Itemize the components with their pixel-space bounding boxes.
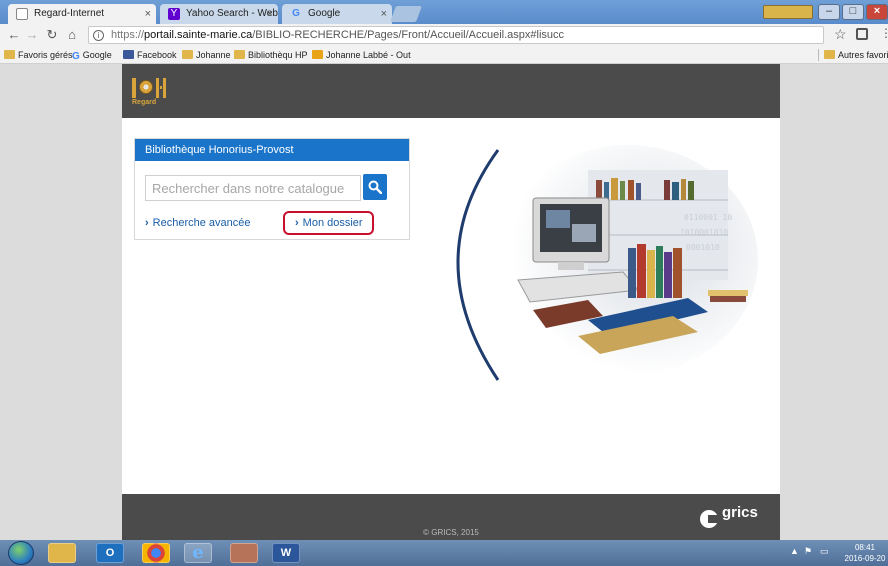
grics-wordmark: grics [722,504,758,521]
tab-label: Yahoo Search - Web Sea [186,8,278,19]
google-icon: G [292,8,300,19]
forward-icon[interactable]: → [24,26,40,44]
search-icon [368,180,382,194]
yahoo-icon: Y [168,8,180,20]
bookmarks-bar: Favoris gérés G Google Facebook Johanne B… [0,46,888,64]
outlook-icon[interactable]: O [96,543,124,563]
grics-logo[interactable]: grics [700,504,770,534]
chevron-right-icon: › [295,217,299,229]
page-content: Regard Bibliothèque Honorius-Provost ›Re… [122,64,780,540]
logo-bar [132,78,136,98]
site-footer: © GRICS, 2015 grics [122,494,780,540]
folder-icon [182,50,193,59]
tab-regard-internet[interactable]: Regard-Internet × [8,4,156,24]
logo-h [156,78,166,98]
folder-icon [4,50,15,59]
minimize-button[interactable]: – [818,4,840,20]
bookmark-facebook[interactable]: Facebook [123,48,177,62]
site-header: Regard [122,64,780,118]
outlook-icon [312,50,323,59]
my-account-link[interactable]: › Mon dossier [295,217,363,229]
windows-taskbar: O e W ▲ ⚑ ▭ 08:41 2016-09-20 [0,540,888,566]
home-icon[interactable]: ⌂ [64,26,80,44]
new-tab-button[interactable] [390,6,422,22]
library-illustration: 0110001 10 1010001010 0001010 01101001 [456,145,758,381]
bookmark-google[interactable]: G Google [72,48,112,64]
reload-icon[interactable]: ↻ [44,26,60,44]
tab-label: Google [308,8,341,19]
bookmark-johanne[interactable]: Johanne [182,48,231,62]
copyright-text: © GRICS, 2015 [423,528,479,537]
system-clock[interactable]: 08:41 2016-09-20 [844,542,886,564]
bookmark-autres-favoris[interactable]: Autres favoris [824,48,888,62]
clock-date: 2016-09-20 [844,554,886,563]
browser-toolbar: ← → ↻ ⌂ i https://portail.sainte-marie.c… [0,24,888,46]
svg-text:1010001010: 1010001010 [680,228,728,237]
action-center-icon[interactable]: ⚑ [804,546,812,557]
folder-icon [824,50,835,59]
start-button[interactable] [8,541,34,565]
internet-explorer-icon[interactable]: e [184,543,212,563]
network-icon[interactable]: ▭ [820,546,829,557]
folder-icon [234,50,245,59]
bookmark-star-icon[interactable]: ☆ [834,26,847,43]
advanced-search-link[interactable]: › Recherche avancée [145,217,251,229]
catalog-search-panel: Bibliothèque Honorius-Provost ›Recherche… [134,138,410,240]
maximize-button[interactable]: □ [842,4,864,20]
bookmark-johanne-labbe[interactable]: Johanne Labbé - Out [312,48,411,62]
catalog-search-input[interactable] [145,175,361,201]
panel-title: Bibliothèque Honorius-Provost [135,139,409,161]
explorer-folder-icon[interactable] [48,543,76,563]
tab-yahoo-search[interactable]: Y Yahoo Search - Web Sea × [160,4,278,24]
info-icon[interactable]: i [93,30,104,41]
word-icon[interactable]: W [272,543,300,563]
tab-close-icon[interactable]: × [267,4,273,24]
grics-mark-icon [700,510,720,528]
address-bar[interactable]: i https://portail.sainte-marie.ca/BIBLIO… [88,26,824,44]
tab-google[interactable]: G Google × [282,4,392,24]
chevron-right-icon: › [145,217,149,229]
user-profile-button[interactable] [763,5,813,19]
tab-label: Regard-Internet [34,8,105,19]
page-icon [16,8,28,20]
extension-icon[interactable] [856,28,868,40]
svg-text:0001010: 0001010 [686,243,720,252]
tab-close-icon[interactable]: × [381,4,387,24]
clock-time: 08:41 [854,543,876,552]
regard-logo[interactable]: Regard [132,76,176,110]
svg-text:0110001 10: 0110001 10 [684,213,732,222]
logo-text: Regard [132,99,157,106]
bookmarks-separator [818,49,819,61]
google-icon: G [72,51,80,62]
back-icon[interactable]: ← [6,26,22,44]
facebook-icon [123,50,134,59]
logo-disc [139,80,153,94]
tab-close-icon[interactable]: × [145,4,151,24]
bookmark-bibliotheque-hp[interactable]: Bibliothèqu HP [234,48,308,62]
browser-menu-icon[interactable]: ⋮ [880,26,888,40]
browser-tab-strip: Regard-Internet × Y Yahoo Search - Web S… [0,0,888,24]
bookmark-favoris-geres[interactable]: Favoris gérés [4,48,73,62]
address-url: https://portail.sainte-marie.ca/BIBLIO-R… [111,29,565,41]
media-icon[interactable] [230,543,258,563]
tray-expand-icon[interactable]: ▲ [790,546,799,556]
chrome-icon[interactable] [142,543,170,563]
search-button[interactable] [363,174,387,200]
close-window-button[interactable]: × [866,4,888,20]
